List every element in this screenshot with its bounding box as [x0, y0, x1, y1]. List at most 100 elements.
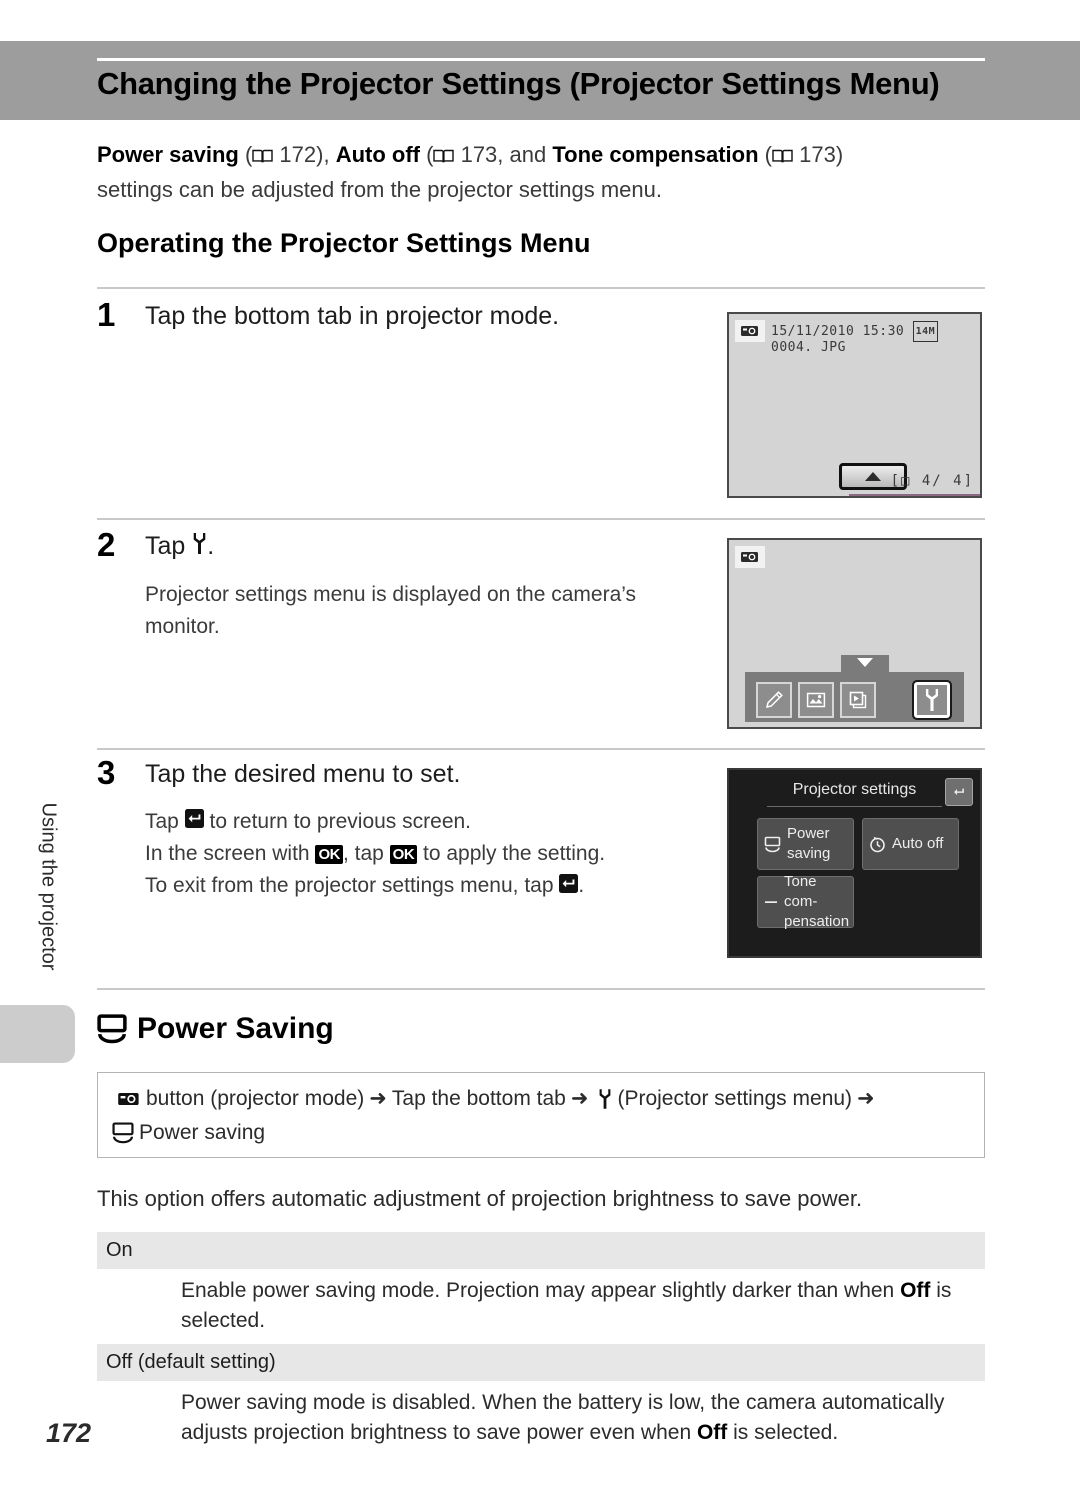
step-3-line1-b: to return to previous screen.	[209, 810, 472, 833]
step-3-line-1: Tap to return to previous screen.	[145, 806, 705, 838]
step-2-title-text: Tap	[145, 532, 186, 560]
intro-paragraph: Power saving ( 172), Auto off ( 173, and…	[97, 138, 987, 206]
step3-top-rule	[97, 748, 985, 750]
intro-sep: (	[238, 142, 253, 167]
options-table: On Enable power saving mode. Projection …	[97, 1232, 985, 1456]
step-3-line3-a: To exit from the projector settings menu…	[145, 874, 554, 898]
intro-close: )	[835, 142, 844, 167]
image-size-badge: 14M	[912, 321, 939, 342]
breadcrumb-part-3: (Projector settings menu)	[617, 1087, 853, 1110]
wrench-icon	[192, 532, 207, 562]
return-icon	[184, 806, 204, 838]
menu-item-power-saving-label: Power saving	[787, 825, 831, 862]
projector-mode-icon	[117, 1090, 141, 1108]
screen1-accent-line	[849, 494, 980, 496]
edit-pencil-icon[interactable]	[756, 682, 792, 718]
slideshow-icon[interactable]	[840, 682, 876, 718]
table-off-desc-b: is selected.	[727, 1421, 839, 1444]
projector-mode-icon	[735, 546, 765, 568]
step-3-title: Tap the desired menu to set.	[145, 760, 461, 788]
arrow-icon: ➜	[369, 1087, 387, 1110]
step-2-title-suffix: .	[207, 532, 215, 560]
intro-ref2-page: 173	[460, 142, 498, 167]
navigation-breadcrumb-box: button (projector mode) ➜ Tap the bottom…	[97, 1072, 985, 1158]
screen1-time: 15:30	[862, 324, 905, 339]
camera-screen-tabs	[727, 538, 982, 729]
intro-ref3-page: 173	[799, 142, 836, 167]
step-3-line2-b: , tap	[342, 842, 384, 866]
step2-top-rule	[97, 518, 985, 520]
menu-item-tone-compensation[interactable]: Tone com- pensation	[757, 873, 854, 930]
breadcrumb-part-2: Tap the bottom tab	[391, 1087, 566, 1110]
screen1-filename: 0004. JPG	[771, 340, 846, 355]
wrench-icon	[598, 1088, 612, 1110]
step-3-line-3: To exit from the projector settings menu…	[145, 870, 705, 902]
power-saving-top-rule	[97, 988, 985, 990]
page-title: Changing the Projector Settings (Project…	[97, 66, 940, 101]
breadcrumb-part-1: button (projector mode)	[146, 1087, 365, 1110]
menu-item-power-saving[interactable]: Power saving	[757, 818, 854, 870]
screen1-date: 15/11/2010	[771, 324, 855, 339]
screen1-datetime: 15/11/2010 15:30 14M	[771, 321, 939, 342]
menu-item-auto-off[interactable]: Auto off	[862, 818, 959, 870]
table-on-desc-bold: Off	[900, 1279, 931, 1302]
return-icon	[559, 871, 579, 903]
table-row-body-on: Enable power saving mode. Projection may…	[97, 1269, 985, 1344]
step-3-line2-a: In the screen with	[145, 842, 310, 866]
auto-off-icon	[869, 836, 886, 853]
power-saving-icon	[764, 836, 781, 853]
intro-conjunction: , and	[497, 142, 553, 167]
intro-sep2: ),	[316, 142, 336, 167]
breadcrumb-line-2: Power saving	[112, 1116, 970, 1150]
table-off-desc-bold: Off	[696, 1421, 728, 1444]
intro-ref3-label: Tone compensation	[552, 142, 759, 167]
projector-settings-divider	[767, 806, 942, 807]
image-size-unit: M	[928, 326, 936, 337]
power-saving-heading: Power Saving	[97, 1012, 334, 1046]
ok-icon: OK	[389, 845, 418, 865]
setup-wrench-icon[interactable]	[912, 680, 952, 720]
table-on-desc-a: Enable power saving mode. Projection may…	[181, 1279, 901, 1302]
step-2-title: Tap .	[145, 532, 214, 562]
step1-top-rule	[97, 287, 985, 289]
breadcrumb-part-4: Power saving	[139, 1121, 266, 1144]
chapter-sidebar-label: Using the projector	[37, 802, 60, 971]
intro-ref2-label: Auto off	[335, 142, 420, 167]
step-2-number: 2	[97, 526, 116, 563]
step-3-line3-b: .	[578, 874, 585, 898]
up-arrow-icon	[865, 472, 881, 481]
image-size-value: 14	[915, 326, 929, 337]
power-saving-icon	[97, 1014, 127, 1044]
book-icon	[252, 140, 273, 173]
step-3-line-2: In the screen with OK, tap OK to apply t…	[145, 838, 705, 870]
chapter-sidebar-tab	[0, 1005, 75, 1063]
menu-item-auto-off-label: Auto off	[892, 835, 944, 852]
power-saving-heading-text: Power Saving	[137, 1012, 334, 1045]
book-icon	[772, 140, 793, 173]
intro-sep3: (	[420, 142, 434, 167]
step-1-title: Tap the bottom tab in projector mode.	[145, 302, 560, 330]
step-1-number: 1	[97, 296, 116, 333]
table-row-header-off: Off (default setting)	[97, 1344, 985, 1381]
intro-ref1-page: 172	[279, 142, 317, 167]
projector-mode-icon	[735, 320, 765, 342]
ok-icon: OK	[315, 845, 343, 865]
intro-ref1-label: Power saving	[97, 142, 239, 167]
return-icon[interactable]	[945, 778, 973, 806]
step-3-line1-a: Tap	[145, 810, 179, 833]
menu-item-tone-compensation-label: Tone com- pensation	[784, 873, 850, 930]
down-arrow-icon	[857, 658, 873, 667]
step-3-line2-c: to apply the setting.	[423, 842, 606, 866]
arrow-icon: ➜	[570, 1087, 589, 1110]
retouch-icon[interactable]	[798, 682, 834, 718]
power-saving-description: This option offers automatic adjustment …	[97, 1186, 863, 1211]
arrow-icon: ➜	[857, 1087, 875, 1110]
step-3-number: 3	[97, 754, 116, 791]
header-rule	[97, 58, 985, 61]
camera-screen-projector-settings: Projector settings Power saving Auto off…	[727, 768, 982, 958]
intro-tail: settings can be adjusted from the projec…	[97, 176, 662, 202]
intro-sep4: (	[758, 142, 772, 167]
step-3-body: Tap to return to previous screen. In the…	[145, 806, 705, 903]
breadcrumb: button (projector mode) ➜ Tap the bottom…	[112, 1082, 970, 1116]
projector-settings-title: Projector settings	[792, 781, 917, 798]
